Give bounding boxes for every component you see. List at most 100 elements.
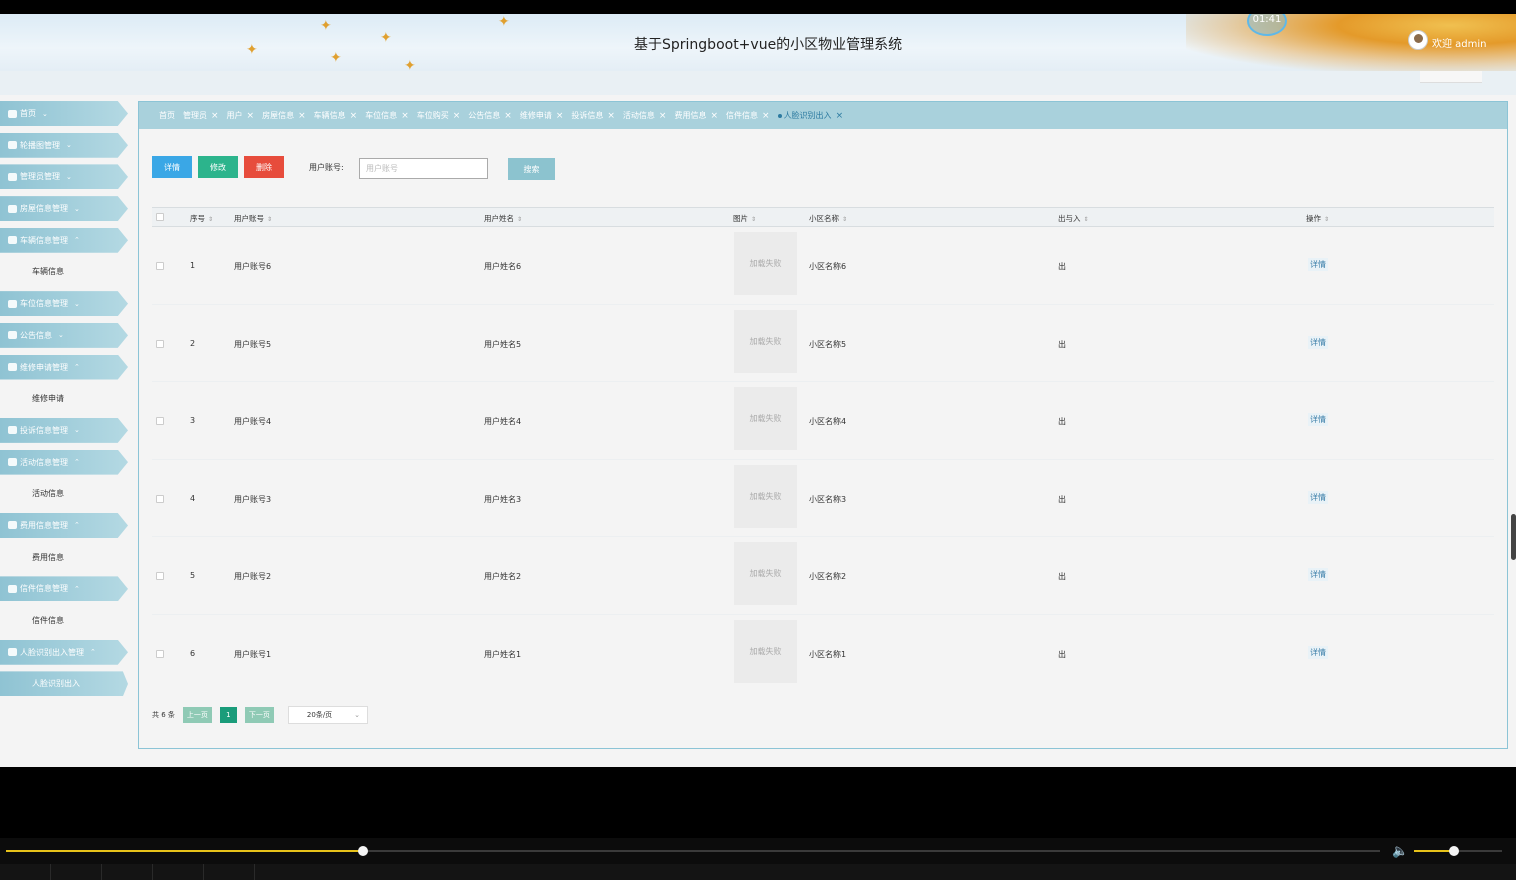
- sidebar-subitem[interactable]: 维修申请: [0, 386, 128, 411]
- tab[interactable]: 首页: [159, 110, 175, 121]
- row-checkbox[interactable]: [156, 417, 164, 425]
- sidebar-menu-item[interactable]: 人脸识别出入管理 ⌃: [0, 639, 128, 665]
- sort-icon[interactable]: ⇕: [1084, 216, 1089, 223]
- sort-icon[interactable]: ⇕: [208, 216, 213, 223]
- sidebar-subitem[interactable]: 车辆信息: [0, 259, 128, 284]
- close-icon[interactable]: ×: [401, 111, 409, 121]
- tab[interactable]: 信件信息 ×: [726, 110, 770, 121]
- seek-handle[interactable]: [358, 846, 369, 856]
- table-row[interactable]: 6 用户账号1 用户姓名1 加载失败 小区名称1 出 详情: [152, 615, 1494, 692]
- volume-handle[interactable]: [1448, 846, 1459, 856]
- volume-icon[interactable]: 🔈: [1392, 844, 1408, 859]
- tab[interactable]: 用户 ×: [227, 110, 255, 121]
- sidebar-menu-item[interactable]: 投诉信息管理 ⌄: [0, 417, 128, 443]
- page-number-button[interactable]: 1: [219, 707, 237, 723]
- table-row[interactable]: 1 用户账号6 用户姓名6 加载失败 小区名称6 出 详情: [152, 227, 1494, 305]
- col-header-account[interactable]: 用户账号 ⇕: [234, 213, 272, 224]
- close-icon[interactable]: ×: [607, 111, 615, 121]
- col-header-community[interactable]: 小区名称 ⇕: [809, 213, 847, 224]
- search-button[interactable]: 搜索: [508, 158, 555, 180]
- row-checkbox[interactable]: [156, 262, 164, 270]
- close-icon[interactable]: ×: [836, 111, 844, 121]
- close-icon[interactable]: ×: [556, 111, 564, 121]
- taskbar-slot[interactable]: [204, 864, 255, 880]
- delete-button[interactable]: 删除: [244, 156, 284, 178]
- row-detail-link[interactable]: 详情: [1308, 413, 1328, 426]
- select-all-checkbox[interactable]: [156, 213, 164, 221]
- prev-page-button[interactable]: 上一页: [182, 707, 212, 723]
- tab[interactable]: 投诉信息 ×: [571, 110, 615, 121]
- close-icon[interactable]: ×: [504, 111, 512, 121]
- table-row[interactable]: 4 用户账号3 用户姓名3 加载失败 小区名称3 出 详情: [152, 460, 1494, 537]
- close-icon[interactable]: ×: [247, 111, 255, 121]
- sidebar-menu-item[interactable]: 费用信息管理 ⌃: [0, 512, 128, 538]
- sort-icon[interactable]: ⇕: [751, 216, 756, 223]
- tab[interactable]: 房屋信息 ×: [262, 110, 306, 121]
- sidebar-subitem[interactable]: 人脸识别出入: [0, 671, 128, 697]
- row-detail-link[interactable]: 详情: [1308, 258, 1328, 271]
- cell-inout: 出: [1058, 417, 1066, 426]
- tab[interactable]: 活动信息 ×: [623, 110, 667, 121]
- col-header-index[interactable]: 序号 ⇕: [190, 213, 213, 224]
- col-header-image[interactable]: 图片 ⇕: [733, 213, 756, 224]
- table-row[interactable]: 2 用户账号5 用户姓名5 加载失败 小区名称5 出 详情: [152, 305, 1494, 382]
- row-detail-link[interactable]: 详情: [1308, 490, 1328, 504]
- taskbar-slot[interactable]: [153, 864, 204, 880]
- table-row[interactable]: 3 用户账号4 用户姓名4 加载失败 小区名称4 出 详情: [152, 382, 1494, 460]
- tab[interactable]: 车位购买 ×: [417, 110, 461, 121]
- sidebar-menu-item[interactable]: 维修申请管理 ⌃: [0, 354, 128, 380]
- close-icon[interactable]: ×: [350, 111, 358, 121]
- table-row[interactable]: 5 用户账号2 用户姓名2 加载失败 小区名称2 出 详情: [152, 537, 1494, 615]
- sort-icon[interactable]: ⇕: [267, 216, 272, 223]
- row-detail-link[interactable]: 详情: [1308, 568, 1328, 581]
- col-header-action[interactable]: 操作 ⇕: [1306, 213, 1329, 224]
- search-input[interactable]: [359, 158, 488, 179]
- row-checkbox[interactable]: [156, 494, 164, 503]
- close-icon[interactable]: ×: [710, 111, 718, 121]
- sort-icon[interactable]: ⇕: [517, 216, 522, 223]
- tab[interactable]: 人脸识别出入 ×: [777, 110, 844, 121]
- sidebar-menu-item[interactable]: 车辆信息管理 ⌃: [0, 227, 128, 253]
- tab[interactable]: 车位信息 ×: [365, 110, 409, 121]
- next-page-button[interactable]: 下一页: [244, 707, 274, 723]
- edit-button[interactable]: 修改: [198, 156, 238, 178]
- row-checkbox[interactable]: [156, 649, 164, 658]
- sidebar-item-label: 活动信息管理: [20, 457, 68, 467]
- taskbar-slot[interactable]: [0, 864, 51, 880]
- sidebar-menu-item[interactable]: 首页 ⌄: [0, 101, 128, 126]
- tab[interactable]: 车辆信息 ×: [314, 110, 358, 121]
- sidebar-menu-item[interactable]: 公告信息 ⌄: [0, 322, 128, 348]
- sidebar-menu-item[interactable]: 车位信息管理 ⌄: [0, 291, 128, 317]
- col-header-inout[interactable]: 出与入 ⇕: [1058, 213, 1089, 224]
- sort-icon[interactable]: ⇕: [842, 216, 847, 223]
- sidebar-menu-item[interactable]: 信件信息管理 ⌃: [0, 576, 128, 602]
- close-icon[interactable]: ×: [453, 111, 461, 121]
- sidebar-menu-item[interactable]: 房屋信息管理 ⌄: [0, 196, 128, 222]
- close-icon[interactable]: ×: [659, 111, 667, 121]
- taskbar-slot[interactable]: [51, 864, 102, 880]
- row-checkbox[interactable]: [156, 339, 164, 348]
- tab[interactable]: 管理员 ×: [183, 110, 219, 121]
- sidebar-subitem[interactable]: 费用信息: [0, 545, 128, 570]
- tab[interactable]: 维修申请 ×: [520, 110, 564, 121]
- page-size-select[interactable]: 20条/页 ⌄: [287, 706, 368, 724]
- sidebar-subitem[interactable]: 活动信息: [0, 481, 128, 506]
- sort-icon[interactable]: ⇕: [1324, 216, 1329, 223]
- row-checkbox[interactable]: [156, 572, 164, 580]
- sidebar-menu-item[interactable]: 管理员管理 ⌄: [0, 164, 128, 190]
- sidebar-menu-item[interactable]: 活动信息管理 ⌃: [0, 449, 128, 475]
- sidebar-menu-item[interactable]: 轮播图管理 ⌄: [0, 132, 128, 158]
- tab[interactable]: 费用信息 ×: [674, 110, 718, 121]
- close-icon[interactable]: ×: [298, 111, 306, 121]
- page-scrollbar[interactable]: [1511, 514, 1516, 560]
- close-icon[interactable]: ×: [211, 111, 219, 121]
- sidebar-subitem[interactable]: 信件信息: [0, 608, 128, 633]
- detail-button[interactable]: 详情: [152, 156, 192, 178]
- tab[interactable]: 公告信息 ×: [468, 110, 512, 121]
- col-header-name[interactable]: 用户姓名 ⇕: [484, 213, 522, 224]
- row-detail-link[interactable]: 详情: [1308, 645, 1328, 659]
- close-icon[interactable]: ×: [762, 111, 770, 121]
- avatar[interactable]: [1408, 30, 1428, 50]
- row-detail-link[interactable]: 详情: [1308, 335, 1328, 349]
- taskbar-slot[interactable]: [102, 864, 153, 880]
